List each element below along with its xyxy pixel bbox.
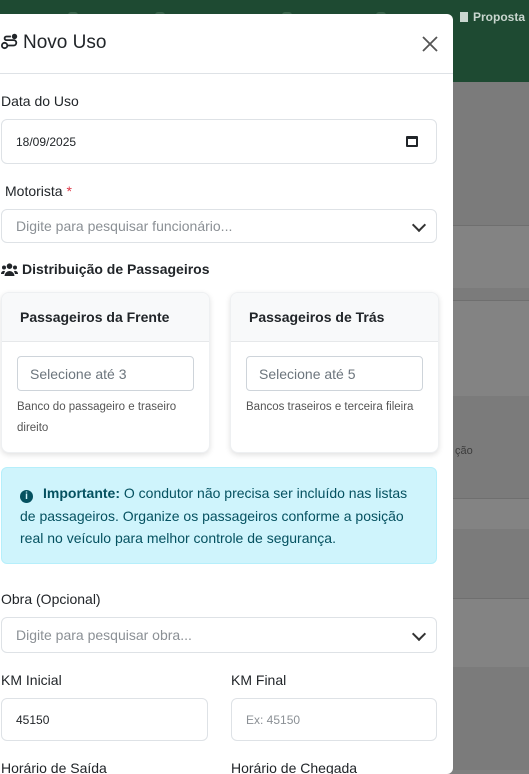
nav-item-proposta[interactable]: Proposta [460,10,525,24]
obra-label: Obra (Opcional) [1,591,101,607]
calendar-icon[interactable] [406,135,418,147]
km-inicial-label: KM Inicial [1,672,62,688]
passageiros-frente-select[interactable]: Selecione até 3 [17,356,194,391]
km-final-placeholder: Ex: 45150 [246,712,301,727]
obra-select[interactable]: Digite para pesquisar obra... [1,617,437,653]
chevron-down-icon [411,626,427,642]
km-final-input[interactable]: Ex: 45150 [231,698,437,741]
horario-chegada-label: Horário de Chegada [231,760,358,774]
select-placeholder: Selecione até 3 [30,365,127,382]
card-title: Passageiros da Frente [20,309,170,325]
motorista-select[interactable]: Digite para pesquisar funcionário... [1,209,437,243]
motorista-label-text: Motorista [5,183,63,199]
modal-title-text: Novo Uso [23,32,107,53]
km-inicial-input[interactable]: 45150 [1,698,208,741]
select-placeholder: Selecione até 5 [259,365,356,382]
card-help-text: Bancos traseiros e terceira fileira [246,401,414,413]
motorista-placeholder: Digite para pesquisar funcionário... [16,218,233,234]
close-icon[interactable] [420,34,440,54]
route-icon [1,33,18,50]
card-title: Passageiros de Trás [249,309,385,325]
users-icon [0,263,19,276]
chevron-down-icon [411,217,427,233]
modal-header: Novo Uso [0,14,453,74]
passageiros-frente-card: Passageiros da Frente Selecione até 3 Ba… [1,292,210,453]
data-uso-value: 18/09/2025 [16,134,77,149]
data-uso-input[interactable]: 18/09/2025 [1,119,437,164]
horario-saida-label: Horário de Saída [1,760,107,774]
alert-strong: Importante: [43,485,120,501]
background-row [453,300,529,396]
background-row [453,598,529,667]
background-row [453,225,529,288]
background-row [453,498,529,529]
km-inicial-value: 45150 [16,712,50,727]
passageiros-tras-card: Passageiros de Trás Selecione até 5 Banc… [230,292,439,453]
motorista-label: Motorista * [5,183,72,199]
data-uso-label: Data do Uso [1,93,79,109]
card-help-text: Banco do passageiro e traseiro direito [17,401,177,434]
document-icon [460,12,468,22]
distribuicao-title: Distribuição de Passageiros [0,261,210,277]
nav-item-label: Proposta [473,10,526,24]
card-header: Passageiros da Frente [2,293,209,342]
modal-title: Novo Uso [1,32,106,54]
obra-placeholder: Digite para pesquisar obra... [16,627,192,643]
distribuicao-title-text: Distribuição de Passageiros [22,261,210,277]
info-icon: i [20,490,33,503]
importante-alert: i Importante: O condutor não precisa ser … [1,467,437,564]
novo-uso-modal: Novo Uso Data do Uso 18/09/2025 Motorist… [0,14,453,774]
card-header: Passageiros de Trás [231,293,438,342]
required-mark: * [66,183,72,199]
background-text: ção [455,445,473,457]
km-final-label: KM Final [231,672,287,688]
passageiros-tras-select[interactable]: Selecione até 5 [246,356,423,391]
